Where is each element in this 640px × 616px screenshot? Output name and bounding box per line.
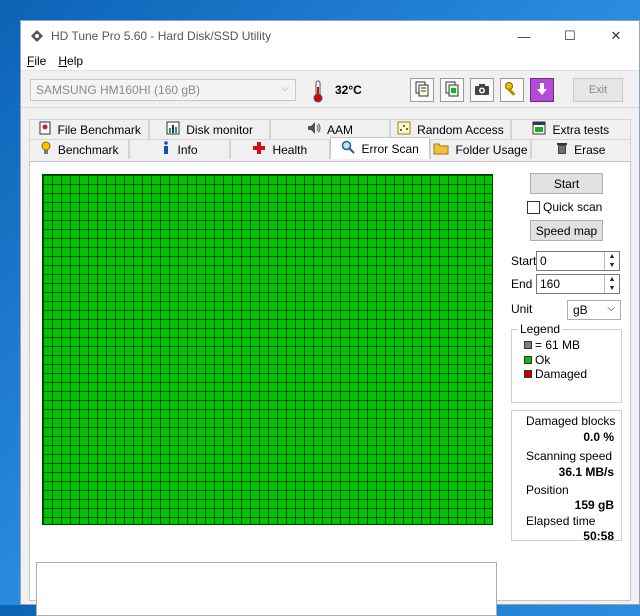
minimize-button[interactable]: — — [501, 21, 547, 51]
legend-ok: Ok — [524, 353, 550, 367]
tab-aam[interactable]: AAM — [269, 119, 391, 139]
red-swatch — [524, 370, 532, 378]
block-map-grid — [42, 174, 493, 525]
down-arrow-icon — [535, 82, 549, 99]
options-button[interactable] — [500, 78, 524, 102]
legend-title: Legend — [518, 322, 563, 336]
menu-file[interactable]: File — [21, 54, 52, 68]
tab-health[interactable]: Health — [229, 139, 330, 159]
tab-info[interactable]: Info — [129, 139, 230, 159]
speed-map-button[interactable]: Speed map — [530, 220, 603, 241]
chevron-down-icon: ⌵ — [281, 83, 289, 94]
spin-up-icon[interactable]: ▲ — [605, 275, 619, 284]
scan-log-box[interactable] — [36, 562, 497, 616]
extra-tests-icon — [532, 121, 546, 138]
folder-icon — [433, 142, 449, 158]
spin-down-icon[interactable]: ▼ — [605, 261, 619, 270]
position-value: 159 gB — [574, 498, 614, 512]
magnifier-icon — [341, 140, 356, 157]
elapsed-time-label: Elapsed time — [526, 514, 596, 528]
tab-benchmark[interactable]: Benchmark — [29, 139, 130, 159]
copy-all-button[interactable] — [440, 78, 464, 102]
legend-damaged: Damaged — [524, 367, 587, 381]
position-label: Position — [526, 483, 569, 497]
save-button[interactable] — [530, 78, 554, 102]
tab-erase[interactable]: Erase — [530, 139, 631, 159]
camera-icon — [474, 82, 490, 99]
chevron-down-icon: ⌵ — [607, 303, 615, 314]
copy-icon — [414, 81, 430, 100]
unit-select[interactable]: gB ⌵ — [567, 300, 621, 320]
start-scan-button[interactable]: Start — [530, 173, 603, 194]
tab-folder-usage[interactable]: Folder Usage — [430, 139, 531, 159]
start-position-field[interactable]: 0 ▲ ▼ — [536, 251, 620, 271]
exit-button[interactable]: Exit — [573, 78, 623, 102]
end-label: End — [511, 277, 533, 291]
copy-info-button[interactable] — [410, 78, 434, 102]
lightbulb-icon — [40, 141, 52, 158]
tab-disk-monitor[interactable]: Disk monitor — [149, 119, 270, 139]
temperature-readout: 32°C — [335, 83, 362, 97]
damaged-blocks-value: 0.0 % — [583, 430, 614, 444]
info-icon — [161, 141, 171, 158]
unit-label: Unit — [511, 302, 533, 316]
stats-box: Damaged blocks 0.0 % Scanning speed 36.1… — [511, 410, 622, 543]
app-window: HD Tune Pro 5.60 - Hard Disk/SSD Utility… — [20, 20, 640, 616]
file-benchmark-icon — [38, 121, 52, 138]
scanning-speed-label: Scanning speed — [526, 449, 613, 463]
end-position-field[interactable]: 160 ▲ ▼ — [536, 274, 620, 294]
tab-error-scan[interactable]: Error Scan — [329, 137, 431, 159]
bar-chart-icon — [166, 121, 180, 138]
thermometer-icon — [308, 78, 328, 104]
maximize-button[interactable]: ☐ — [547, 21, 593, 51]
spin-down-icon[interactable]: ▼ — [605, 284, 619, 293]
tab-strip: File Benchmark Disk monitor AAM Random A… — [29, 117, 632, 161]
error-scan-panel: Start Quick scan Speed map Start 0 ▲ ▼ En… — [29, 161, 631, 616]
toolbar: SAMSUNG HM160HI (160 gB) ⌵ 32°C Exit — [21, 72, 639, 108]
elapsed-time-value: 50:58 — [583, 529, 614, 543]
window-title: HD Tune Pro 5.60 - Hard Disk/SSD Utility — [51, 29, 272, 43]
damaged-blocks-label: Damaged blocks — [526, 414, 616, 428]
gray-swatch — [524, 341, 532, 349]
checkbox-box[interactable] — [527, 200, 540, 214]
copy-all-icon — [444, 81, 460, 100]
menu-bar: File Help — [21, 51, 639, 71]
random-access-icon — [397, 121, 411, 138]
trash-icon — [556, 141, 568, 158]
drive-select[interactable]: SAMSUNG HM160HI (160 gB) ⌵ — [30, 79, 296, 101]
tab-random-access[interactable]: Random Access — [390, 119, 511, 139]
health-cross-icon — [252, 141, 266, 158]
green-swatch — [524, 356, 532, 364]
wrench-icon — [504, 81, 520, 100]
screenshot-button[interactable] — [470, 78, 494, 102]
close-button[interactable]: ✕ — [593, 21, 639, 51]
legend-block-size: = 61 MB — [524, 338, 580, 352]
title-bar: HD Tune Pro 5.60 - Hard Disk/SSD Utility… — [21, 21, 639, 51]
legend-box: Legend = 61 MB Ok Damaged — [511, 322, 622, 403]
menu-help[interactable]: Help — [52, 54, 89, 68]
app-icon — [29, 28, 45, 44]
spin-up-icon[interactable]: ▲ — [605, 252, 619, 261]
start-label: Start — [511, 254, 537, 268]
scanning-speed-value: 36.1 MB/s — [558, 465, 614, 479]
quick-scan-checkbox[interactable]: Quick scan — [527, 200, 602, 214]
speaker-icon — [307, 121, 321, 138]
tab-file-benchmark[interactable]: File Benchmark — [29, 119, 150, 139]
tab-extra-tests[interactable]: Extra tests — [510, 119, 632, 139]
